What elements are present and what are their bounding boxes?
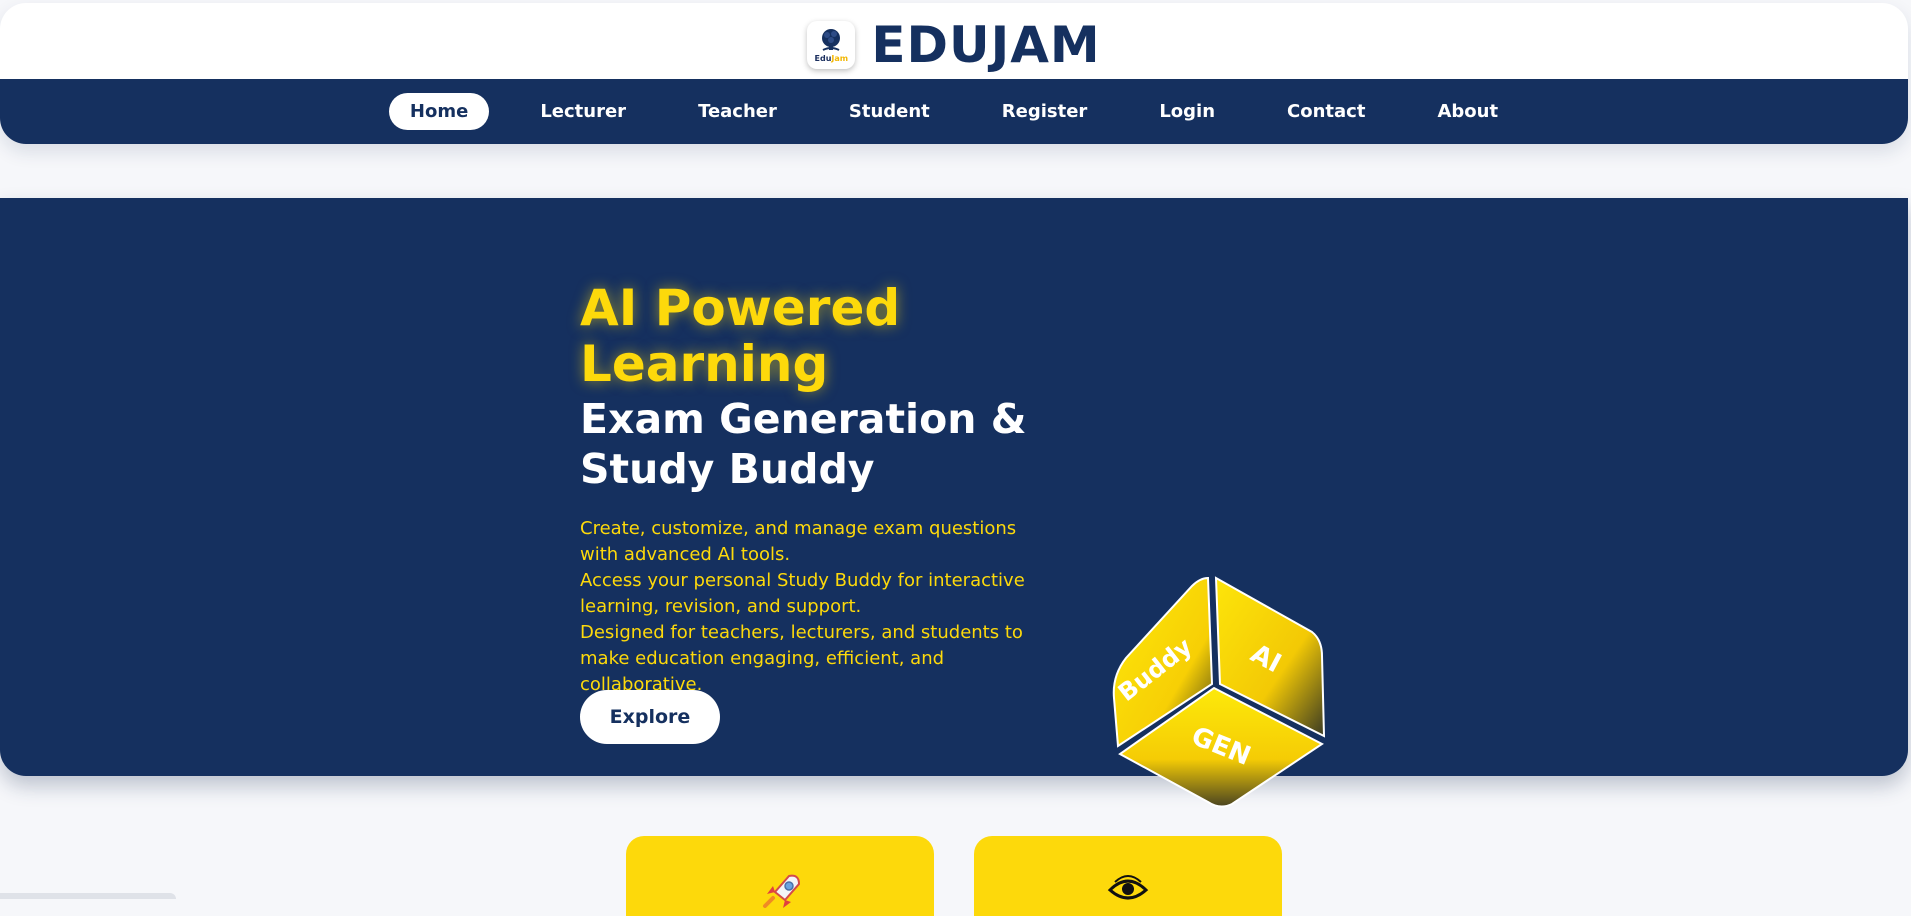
- nav-item-student[interactable]: Student: [828, 93, 951, 130]
- hero-text: AI Powered Learning Exam Generation & St…: [580, 280, 1060, 698]
- nav-item-contact[interactable]: Contact: [1266, 93, 1386, 130]
- nav-item-home[interactable]: Home: [388, 93, 490, 130]
- hero-title-line2: Learning: [580, 335, 829, 393]
- hero-description: Create, customize, and manage exam quest…: [580, 516, 1060, 698]
- hero-title: AI Powered Learning: [580, 280, 1060, 392]
- nav-item-teacher[interactable]: Teacher: [677, 93, 798, 130]
- hero-description-line: Create, customize, and manage exam quest…: [580, 518, 1017, 565]
- nav-item-about[interactable]: About: [1416, 93, 1519, 130]
- logo-wordmark: EduJam: [815, 55, 849, 63]
- hero-description-line: Designed for teachers, lecturers, and st…: [580, 622, 1023, 695]
- explore-button[interactable]: Explore: [580, 690, 720, 744]
- nav-items: Home Lecturer Teacher Student Register L…: [374, 93, 1534, 130]
- eye-icon: [1107, 875, 1149, 900]
- hero-section: AI Powered Learning Exam Generation & St…: [0, 198, 1908, 808]
- nav-item-lecturer[interactable]: Lecturer: [519, 93, 647, 130]
- horizontal-scrollbar[interactable]: [0, 893, 176, 899]
- brand-logo[interactable]: EduJam: [807, 21, 856, 69]
- hero-title-line1: AI Powered: [580, 279, 901, 337]
- hero-subtitle-line1: Exam Generation &: [580, 395, 1027, 443]
- brand[interactable]: EduJam EDUJAM: [0, 15, 1908, 75]
- nav-item-login[interactable]: Login: [1138, 93, 1236, 130]
- logo-suffix: Jam: [831, 54, 849, 63]
- hero-description-line: Access your personal Study Buddy for int…: [580, 570, 1025, 617]
- rocket-icon: [763, 874, 801, 908]
- logo-prefix: Edu: [814, 54, 832, 63]
- main-nav: Home Lecturer Teacher Student Register L…: [0, 79, 1908, 144]
- feature-card[interactable]: [626, 836, 934, 916]
- nav-item-register[interactable]: Register: [981, 93, 1109, 130]
- site-header: EduJam EDUJAM Home Lecturer Teacher Stud…: [0, 3, 1908, 144]
- cube-graphic: Buddy AI GEN: [1112, 576, 1326, 808]
- feature-card[interactable]: [974, 836, 1282, 916]
- hero-subtitle: Exam Generation & Study Buddy: [580, 394, 1060, 494]
- brand-name[interactable]: EDUJAM: [871, 15, 1100, 75]
- tree-head-icon: [822, 29, 841, 51]
- hero-subtitle-line2: Study Buddy: [580, 445, 875, 493]
